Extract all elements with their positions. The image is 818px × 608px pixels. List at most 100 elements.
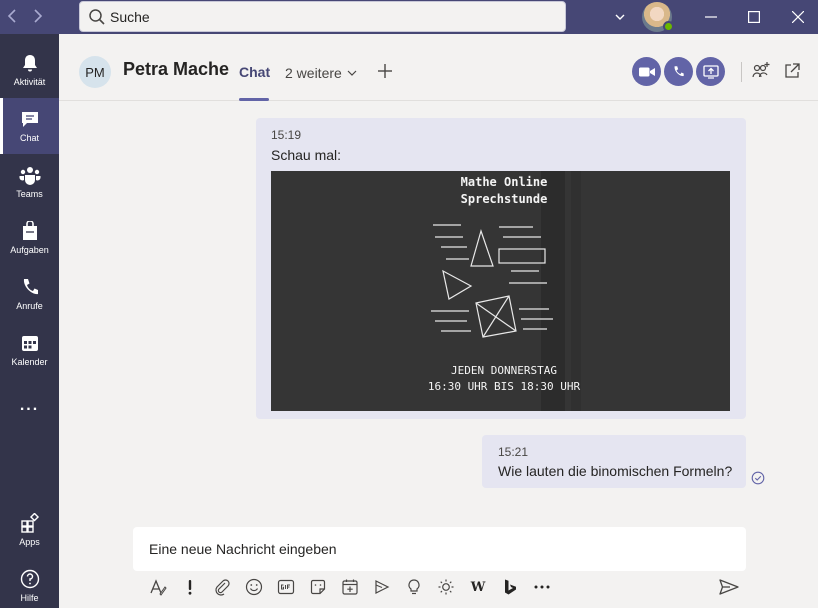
rail-more-button[interactable]: ... bbox=[0, 378, 59, 434]
rail-label-help: Hilfe bbox=[20, 593, 39, 603]
video-camera-icon bbox=[638, 67, 655, 76]
compose-toolbar: W bbox=[133, 574, 763, 600]
tab-chat[interactable]: Chat bbox=[239, 64, 270, 100]
message-timestamp: 15:21 bbox=[498, 445, 529, 459]
wikipedia-button[interactable]: W bbox=[467, 576, 489, 598]
app-rail: Aktivität Chat Teams Aufgaben Anrufe Kal… bbox=[0, 34, 59, 608]
audio-call-button[interactable] bbox=[664, 57, 693, 86]
chevron-down-icon[interactable] bbox=[612, 9, 628, 25]
rail-item-calendar[interactable]: Kalender bbox=[0, 322, 59, 378]
rail-item-help[interactable]: Hilfe bbox=[0, 558, 59, 608]
rail-item-assignments[interactable]: Aufgaben bbox=[0, 210, 59, 266]
message-image-attachment[interactable]: Mathe Online Sprechstunde JEDEN DONNERST… bbox=[271, 171, 730, 411]
presence-available-icon bbox=[663, 21, 674, 32]
more-options-icon bbox=[534, 585, 550, 589]
rail-item-apps[interactable]: Apps bbox=[0, 502, 59, 558]
rail-item-calls[interactable]: Anrufe bbox=[0, 266, 59, 322]
message-bubble[interactable]: 15:19 Schau mal: Mathe Online Sprechstun… bbox=[256, 118, 746, 419]
contact-avatar[interactable]: PM bbox=[79, 56, 111, 88]
rail-label-apps: Apps bbox=[19, 537, 40, 547]
chat-icon bbox=[21, 112, 38, 127]
maximize-icon bbox=[748, 11, 760, 23]
sticker-button[interactable] bbox=[307, 576, 329, 598]
sticker-icon bbox=[310, 579, 326, 595]
image-footer-line1: JEDEN DONNERSTAG bbox=[451, 364, 557, 377]
maximize-button[interactable] bbox=[731, 0, 777, 34]
chevron-down-icon bbox=[347, 70, 357, 76]
message-list: 15:19 Schau mal: Mathe Online Sprechstun… bbox=[59, 101, 818, 521]
format-button[interactable] bbox=[147, 576, 169, 598]
rail-label-calendar: Kalender bbox=[11, 357, 48, 367]
teams-icon bbox=[19, 167, 40, 185]
minimize-icon bbox=[705, 16, 717, 18]
pop-out-icon[interactable] bbox=[782, 61, 802, 81]
tab-more-dropdown[interactable]: 2 weitere bbox=[285, 65, 357, 81]
apps-icon bbox=[20, 513, 39, 533]
paperclip-icon bbox=[215, 579, 230, 596]
phone-icon bbox=[674, 66, 684, 77]
stream-play-icon bbox=[375, 580, 390, 594]
image-title-line1: Mathe Online bbox=[460, 175, 548, 189]
help-icon bbox=[20, 569, 39, 589]
back-arrow-icon[interactable] bbox=[2, 6, 22, 28]
header-divider bbox=[741, 62, 742, 82]
tab-more-label: 2 weitere bbox=[285, 65, 342, 81]
read-receipt-icon bbox=[751, 471, 765, 485]
wikipedia-icon: W bbox=[470, 579, 486, 595]
weather-button[interactable] bbox=[435, 576, 457, 598]
contact-name: Petra Mache bbox=[123, 59, 230, 79]
search-box[interactable] bbox=[79, 1, 566, 32]
bing-icon bbox=[505, 579, 516, 595]
rail-label-assignments: Aufgaben bbox=[10, 245, 49, 255]
share-screen-icon bbox=[702, 64, 719, 79]
attach-button[interactable] bbox=[211, 576, 233, 598]
message-text: Schau mal: bbox=[271, 147, 342, 163]
phone-icon bbox=[23, 279, 38, 295]
message-bubble[interactable]: 15:21 Wie lauten die binomischen Formeln… bbox=[482, 435, 746, 488]
calendar-add-icon bbox=[342, 579, 358, 595]
send-icon[interactable] bbox=[718, 576, 740, 598]
search-input[interactable] bbox=[110, 6, 550, 28]
title-bar bbox=[0, 0, 818, 34]
schedule-meeting-button[interactable] bbox=[339, 576, 361, 598]
image-footer-line2: 16:30 UHR BIS 18:30 UHR bbox=[427, 380, 581, 393]
message-timestamp: 15:19 bbox=[271, 128, 302, 142]
assignments-icon bbox=[22, 221, 37, 240]
rail-item-teams[interactable]: Teams bbox=[0, 154, 59, 210]
gif-icon bbox=[277, 579, 295, 595]
video-call-button[interactable] bbox=[632, 57, 661, 86]
more-options-button[interactable] bbox=[531, 576, 553, 598]
calendar-icon bbox=[21, 336, 38, 351]
sun-icon bbox=[438, 579, 454, 595]
bing-button[interactable] bbox=[499, 576, 521, 598]
exclamation-icon bbox=[188, 580, 192, 595]
bell-icon bbox=[22, 55, 37, 72]
image-title-line2: Sprechstunde bbox=[460, 192, 548, 206]
important-button[interactable] bbox=[179, 576, 201, 598]
forward-arrow-icon[interactable] bbox=[28, 6, 48, 28]
share-screen-button[interactable] bbox=[696, 57, 725, 86]
add-tab-icon[interactable] bbox=[375, 61, 395, 81]
close-button[interactable] bbox=[775, 0, 818, 34]
add-people-icon[interactable] bbox=[751, 61, 771, 81]
rail-label-activity: Aktivität bbox=[13, 77, 46, 87]
message-text: Wie lauten die binomischen Formeln? bbox=[498, 463, 733, 479]
lightbulb-icon bbox=[408, 579, 420, 595]
rail-item-chat[interactable]: Chat bbox=[0, 98, 59, 154]
more-options-icon: ... bbox=[19, 397, 40, 414]
emoji-icon bbox=[245, 578, 263, 596]
compose-box[interactable] bbox=[133, 527, 746, 571]
rail-item-activity[interactable]: Aktivität bbox=[0, 42, 59, 98]
praise-button[interactable] bbox=[403, 576, 425, 598]
rail-label-calls: Anrufe bbox=[16, 301, 43, 311]
emoji-button[interactable] bbox=[243, 576, 265, 598]
rail-label-chat: Chat bbox=[19, 133, 39, 143]
gif-button[interactable] bbox=[275, 576, 297, 598]
close-icon bbox=[792, 11, 804, 23]
message-input[interactable] bbox=[149, 538, 729, 560]
stream-button[interactable] bbox=[371, 576, 393, 598]
rail-label-teams: Teams bbox=[16, 189, 43, 199]
chat-header: PM Petra Mache Chat 2 weitere bbox=[59, 34, 818, 101]
search-icon bbox=[89, 9, 105, 25]
minimize-button[interactable] bbox=[688, 0, 734, 34]
